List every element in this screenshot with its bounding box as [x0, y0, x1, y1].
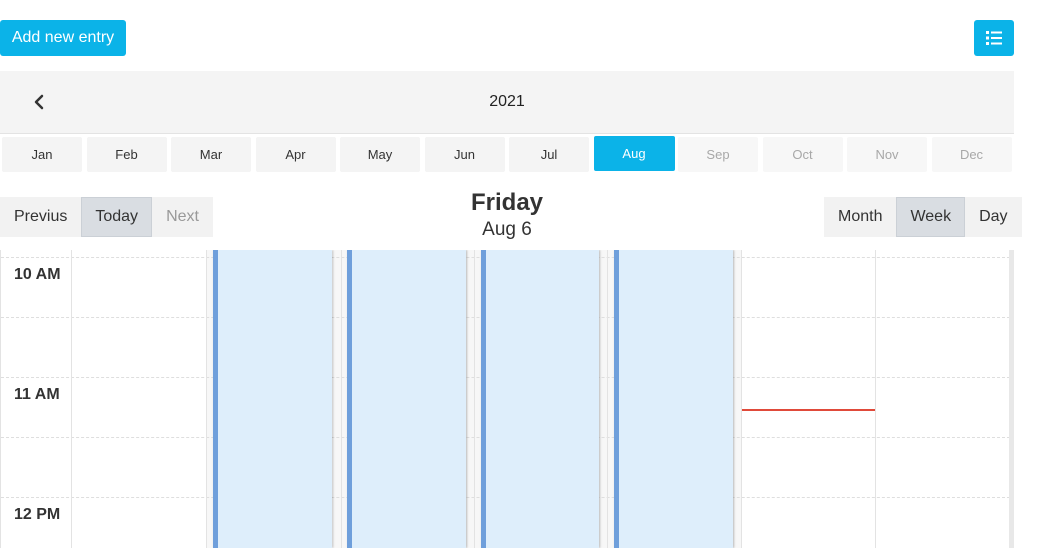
calendar-event[interactable]	[213, 250, 332, 548]
month-picker: Jan Feb Mar Apr May Jun Jul Aug Sep Oct Nov Dec	[0, 134, 1014, 174]
time-label: 11 AM	[14, 386, 60, 403]
month-button-oct[interactable]: Oct	[762, 137, 843, 172]
month-button-dec[interactable]: Dec	[931, 137, 1012, 172]
month-button-jul[interactable]: Jul	[509, 137, 589, 172]
scrollbar[interactable]	[1009, 250, 1014, 548]
year-navigator: 2021	[0, 71, 1014, 134]
day-column-divider	[206, 250, 207, 548]
month-button-may[interactable]: May	[340, 137, 420, 172]
month-button-aug[interactable]: Aug	[593, 136, 675, 171]
calendar-event[interactable]	[347, 250, 466, 548]
day-column-divider	[341, 250, 342, 548]
month-button-sep[interactable]: Sep	[678, 137, 758, 172]
day-column-divider	[741, 250, 742, 548]
column-gap	[733, 250, 741, 548]
month-button-apr[interactable]: Apr	[255, 137, 336, 172]
view-switcher: Month Week Day	[824, 197, 1022, 237]
month-view-button[interactable]: Month	[824, 197, 897, 237]
week-view-button[interactable]: Week	[896, 197, 966, 237]
month-button-mar[interactable]: Mar	[171, 137, 251, 172]
add-new-entry-button[interactable]: Add new entry	[0, 20, 126, 56]
day-view-button[interactable]: Day	[965, 197, 1022, 237]
time-label: 12 PM	[14, 506, 61, 523]
current-time-indicator	[742, 409, 875, 411]
month-button-jun[interactable]: Jun	[424, 137, 505, 172]
time-gutter-divider	[71, 250, 72, 548]
calendar-event[interactable]	[481, 250, 599, 548]
column-gap	[333, 250, 347, 548]
list-icon	[986, 31, 1002, 45]
week-time-grid: 10 AM 11 AM 12 PM	[0, 250, 1010, 548]
month-button-jan[interactable]: Jan	[2, 137, 82, 172]
time-label: 10 AM	[14, 266, 61, 283]
day-column-divider	[607, 250, 608, 548]
month-button-nov[interactable]: Nov	[847, 137, 927, 172]
year-label: 2021	[489, 93, 525, 110]
day-column-divider	[474, 250, 475, 548]
day-column-divider	[875, 250, 876, 548]
list-view-button[interactable]	[974, 20, 1014, 56]
month-button-feb[interactable]: Feb	[86, 137, 167, 172]
calendar-event[interactable]	[614, 250, 733, 548]
